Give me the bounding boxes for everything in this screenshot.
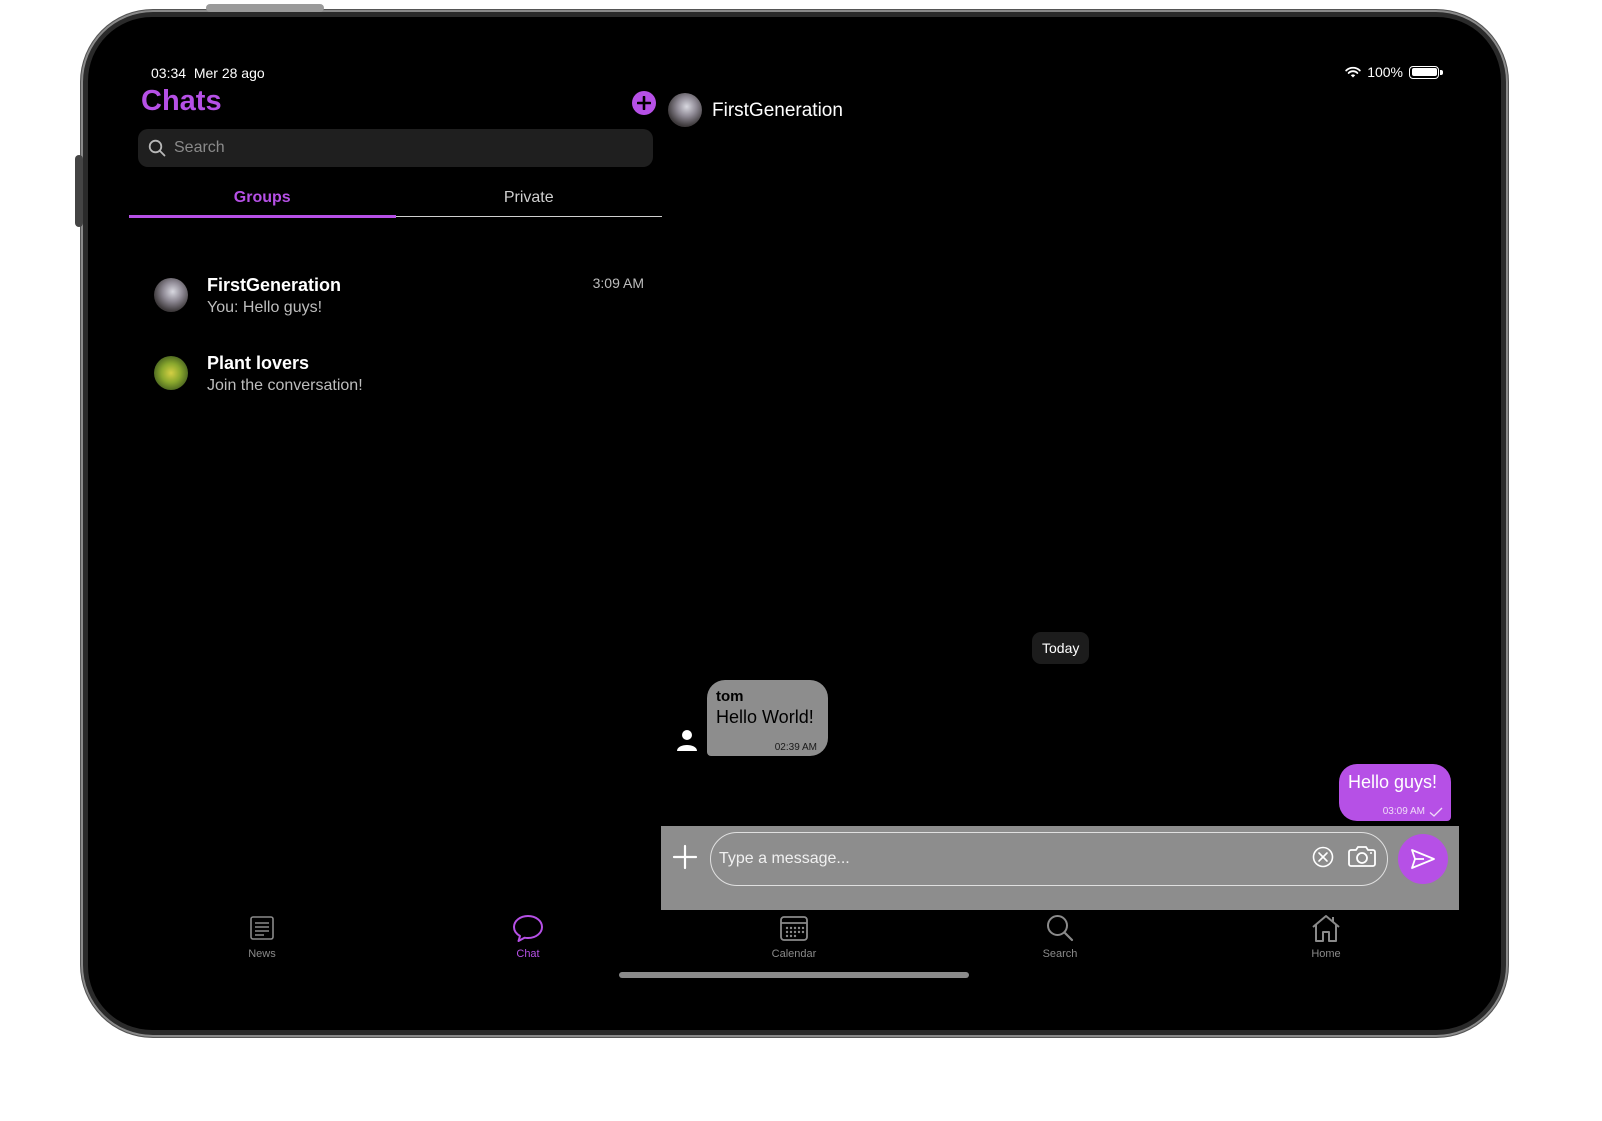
- chat-type-tabs: Groups Private: [129, 187, 663, 218]
- avatar: [154, 278, 188, 312]
- page-title: Chats: [141, 85, 222, 117]
- tab-chat[interactable]: Chat: [468, 912, 588, 960]
- wifi-icon: [1345, 66, 1361, 78]
- tab-label: Calendar: [771, 948, 817, 960]
- tab-private[interactable]: Private: [396, 187, 663, 216]
- message-time: 02:39 AM: [774, 742, 817, 753]
- chat-time: 3:09 AM: [592, 275, 644, 291]
- chat-name: FirstGeneration: [207, 275, 342, 295]
- camera-icon[interactable]: [1348, 844, 1376, 868]
- tab-label: Chat: [516, 948, 540, 960]
- tab-label: Home: [1311, 948, 1341, 960]
- status-date: Mer 28 ago: [193, 65, 265, 81]
- plus-icon: [672, 844, 698, 870]
- message-input[interactable]: [719, 850, 1289, 868]
- chat-preview: You: Hello guys!: [207, 299, 323, 316]
- outgoing-message[interactable]: Hello guys! 03:09 AM: [1339, 764, 1451, 821]
- bottom-tab-bar: News Chat Calendar Search Home: [129, 912, 1459, 962]
- screen: 03:34 Mer 28 ago 100% Chats Groups Priva…: [88, 17, 1501, 1030]
- tab-label: News: [248, 948, 276, 960]
- status-clock: 03:34: [151, 65, 187, 81]
- message-input-wrapper[interactable]: [710, 832, 1388, 886]
- status-time: 03:34 Mer 28 ago: [151, 65, 265, 81]
- search-bar[interactable]: [138, 129, 653, 167]
- sender-avatar: [671, 724, 703, 756]
- message-time: 03:09 AM: [1382, 806, 1425, 817]
- add-chat-button[interactable]: [632, 91, 656, 115]
- send-icon: [1411, 849, 1435, 869]
- calendar-icon: [780, 916, 808, 941]
- search-input[interactable]: [174, 139, 614, 157]
- date-divider: Today: [1032, 632, 1090, 664]
- avatar: [154, 356, 188, 390]
- message-text: Hello guys!: [1348, 772, 1438, 792]
- battery-icon: [1409, 65, 1443, 79]
- news-icon: [250, 916, 274, 940]
- tab-news[interactable]: News: [202, 912, 322, 960]
- search-icon: [1047, 915, 1074, 942]
- chat-list-item-plant-lovers[interactable]: Plant lovers Join the conversation!: [154, 353, 644, 411]
- tab-groups[interactable]: Groups: [129, 187, 396, 218]
- conversation-avatar[interactable]: [668, 93, 702, 127]
- attach-button[interactable]: [671, 844, 699, 872]
- message-composer: [661, 826, 1459, 910]
- tab-search[interactable]: Search: [1000, 912, 1120, 960]
- side-button: [75, 155, 83, 227]
- message-sender: tom: [716, 688, 744, 705]
- chat-preview: Join the conversation!: [207, 377, 363, 394]
- send-button[interactable]: [1398, 834, 1448, 884]
- chat-name: Plant lovers: [207, 353, 310, 373]
- home-icon: [1312, 915, 1340, 942]
- plus-icon: [637, 96, 651, 110]
- conversation-title[interactable]: FirstGeneration: [712, 100, 843, 122]
- home-indicator[interactable]: [619, 972, 969, 978]
- clear-icon[interactable]: [1312, 846, 1334, 868]
- tab-calendar[interactable]: Calendar: [734, 912, 854, 960]
- message-text: Hello World!: [716, 707, 814, 727]
- tab-label: Search: [1042, 948, 1078, 960]
- search-icon: [148, 139, 166, 157]
- tab-home[interactable]: Home: [1266, 912, 1386, 960]
- checkmark-icon: [1429, 807, 1443, 817]
- person-icon: [677, 730, 697, 751]
- top-button: [206, 4, 324, 12]
- battery-percent: 100%: [1367, 64, 1403, 80]
- status-indicators: 100%: [1345, 64, 1443, 80]
- chat-list-item-firstgeneration[interactable]: FirstGeneration You: Hello guys! 3:09 AM: [154, 275, 644, 333]
- incoming-message[interactable]: tom Hello World! 02:39 AM: [707, 680, 828, 756]
- chat-bubble-icon: [513, 915, 543, 942]
